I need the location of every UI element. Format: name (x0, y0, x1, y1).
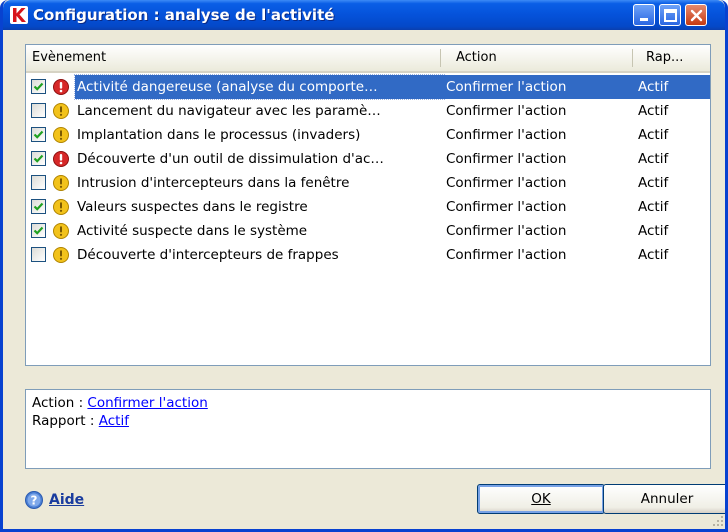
column-header-report[interactable]: Rap... (640, 45, 710, 71)
help-icon[interactable]: ? (25, 491, 43, 509)
title-bar[interactable]: Configuration : analyse de l'activité (3, 0, 725, 30)
kaspersky-logo-icon (10, 6, 28, 24)
svg-text:?: ? (31, 494, 38, 508)
details-report-line: Rapport : Actif (32, 412, 704, 430)
action-cell: Confirmer l'action (446, 175, 567, 191)
warning-icon (53, 127, 69, 143)
event-list[interactable]: Evènement Action Rap... Activité dangere… (25, 44, 711, 366)
checkmark-icon (33, 202, 44, 211)
checkmark-icon (33, 154, 44, 163)
list-item[interactable]: Découverte d'un outil de dissimulation d… (26, 147, 710, 171)
event-cell: Intrusion d'intercepteurs dans la fenêtr… (77, 175, 350, 191)
details-report-link[interactable]: Actif (99, 413, 129, 429)
checkmark-icon (33, 130, 44, 139)
ok-button[interactable]: OK (477, 484, 605, 514)
danger-icon (53, 79, 69, 95)
action-cell: Confirmer l'action (446, 103, 567, 119)
list-item[interactable]: Implantation dans le processus (invaders… (26, 123, 710, 147)
report-cell: Actif (638, 103, 669, 119)
warning-icon (53, 103, 69, 119)
row-checkbox[interactable] (31, 103, 46, 118)
event-cell: Valeurs suspectes dans le registre (77, 199, 308, 215)
maximize-icon (664, 9, 677, 22)
close-icon (690, 9, 703, 22)
list-item[interactable]: Activité dangereuse (analyse du comporte… (26, 74, 710, 100)
report-cell: Actif (638, 151, 669, 167)
warning-icon (53, 247, 69, 263)
column-divider[interactable] (632, 49, 633, 67)
action-cell: Confirmer l'action (446, 151, 567, 167)
cancel-button-label: Annuler (640, 491, 694, 507)
list-header: Evènement Action Rap... (26, 45, 710, 73)
details-panel: Action : Confirmer l'action Rapport : Ac… (25, 389, 711, 469)
warning-icon (53, 175, 69, 191)
event-cell: Lancement du navigateur avec les paramè… (77, 103, 381, 119)
minimize-button[interactable] (633, 4, 655, 26)
maximize-button[interactable] (659, 4, 681, 26)
warning-icon (53, 199, 69, 215)
list-item[interactable]: Découverte d'intercepteurs de frappes Con… (26, 243, 710, 267)
action-cell: Confirmer l'action (446, 247, 567, 263)
column-header-event[interactable]: Evènement (26, 45, 438, 71)
configuration-dialog: Configuration : analyse de l'activité Ev… (0, 0, 728, 532)
column-header-action[interactable]: Action (450, 45, 632, 71)
list-item[interactable]: Valeurs suspectes dans le registre Confir… (26, 195, 710, 219)
action-cell: Confirmer l'action (446, 223, 567, 239)
details-action-label: Action : (32, 395, 88, 411)
report-cell: Actif (638, 199, 669, 215)
row-checkbox[interactable] (31, 199, 46, 214)
cancel-button[interactable]: Annuler (603, 484, 725, 514)
details-action-link[interactable]: Confirmer l'action (87, 395, 207, 411)
list-item[interactable]: Activité suspecte dans le système Confirm… (26, 219, 710, 243)
report-cell: Actif (636, 75, 710, 99)
row-checkbox[interactable] (31, 79, 46, 94)
event-cell: Découverte d'intercepteurs de frappes (77, 247, 339, 263)
ok-button-label: OK (531, 491, 551, 507)
row-checkbox[interactable] (31, 151, 46, 166)
checkmark-icon (33, 226, 44, 235)
danger-icon (53, 151, 69, 167)
row-checkbox[interactable] (31, 127, 46, 142)
action-cell: Confirmer l'action (444, 75, 638, 99)
column-divider[interactable] (440, 49, 441, 67)
row-checkbox[interactable] (31, 247, 46, 262)
event-cell: Découverte d'un outil de dissimulation d… (77, 151, 384, 167)
event-cell: Activité suspecte dans le système (77, 223, 308, 239)
report-cell: Actif (638, 127, 669, 143)
window-title: Configuration : analyse de l'activité (33, 6, 335, 24)
row-checkbox[interactable] (31, 223, 46, 238)
report-cell: Actif (638, 175, 669, 191)
resize-grip-icon[interactable] (711, 514, 725, 528)
action-cell: Confirmer l'action (446, 199, 567, 215)
action-cell: Confirmer l'action (446, 127, 567, 143)
details-report-label: Rapport : (32, 413, 99, 429)
warning-icon (53, 223, 69, 239)
list-item[interactable]: Intrusion d'intercepteurs dans la fenêtr… (26, 171, 710, 195)
report-cell: Actif (638, 223, 669, 239)
minimize-icon (640, 18, 648, 21)
row-checkbox[interactable] (31, 175, 46, 190)
list-item[interactable]: Lancement du navigateur avec les paramè…… (26, 99, 710, 123)
close-button[interactable] (685, 4, 707, 26)
details-action-line: Action : Confirmer l'action (32, 394, 704, 412)
checkmark-icon (33, 82, 44, 91)
report-cell: Actif (638, 247, 669, 263)
help-link[interactable]: Aide (49, 489, 84, 511)
event-cell: Activité dangereuse (analyse du comporte… (74, 74, 445, 100)
event-cell: Implantation dans le processus (invaders… (77, 127, 361, 143)
